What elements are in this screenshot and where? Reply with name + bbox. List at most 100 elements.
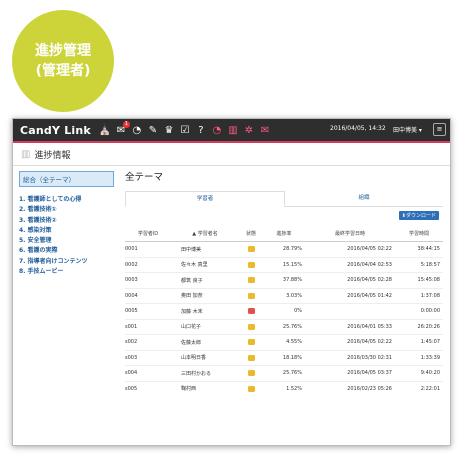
tab-organization[interactable]: 組織 — [285, 191, 443, 206]
cell-learner-name[interactable]: 鞠村西 — [171, 380, 239, 396]
cell-learner-id: 0004 — [125, 287, 171, 304]
cell-learner-name[interactable]: 奥田 加奈 — [171, 287, 239, 304]
table-row[interactable]: s005 鞠村西 1.52% 2016/02/23 05:26 2:22:01 — [125, 380, 443, 396]
cell-progress: 37.88% — [263, 272, 305, 288]
sidebar-item-overall[interactable]: 総合（全テーマ） — [19, 171, 114, 187]
dashboard-icon[interactable]: ◔ — [131, 125, 143, 136]
edit-icon[interactable]: ✎ — [147, 125, 159, 136]
cell-learner-name[interactable]: 都筑 良子 — [171, 272, 239, 288]
sidebar-item[interactable]: 3. 看護技術② — [19, 216, 114, 226]
help-icon[interactable]: ? — [195, 125, 207, 136]
cell-study-time: 5:18:57 — [395, 256, 443, 273]
cell-last-study: 2016/03/30 02:31 — [305, 349, 395, 366]
cell-learner-name[interactable]: 山本明日香 — [171, 349, 239, 366]
col-learner-id[interactable]: 学習者ID — [125, 225, 171, 242]
user-menu[interactable]: 田中博美 ▾ — [393, 125, 422, 134]
sidebar-item[interactable]: 8. 手技ムービー — [19, 267, 114, 277]
check-icon[interactable]: ☑ — [179, 125, 191, 136]
status-icon — [247, 246, 255, 252]
table-row[interactable]: 0001 田中博美 28.79% 2016/04/05 02:22 38:44:15 — [125, 241, 443, 257]
cell-learner-name[interactable]: 佐々木 真里 — [171, 256, 239, 273]
download-button[interactable]: ⬇ダウンロード — [398, 211, 439, 220]
sakura-icon[interactable]: ⛪ — [99, 125, 111, 136]
cell-status — [239, 303, 263, 319]
status-icon — [247, 370, 255, 376]
mail-icon[interactable]: ✉ — [259, 125, 271, 136]
cell-progress: 15.15% — [263, 256, 305, 273]
main-content: 全テーマ 学習者 組織 ⬇ダウンロード 学習者ID ▲ 学習者名 状態 進捗率 … — [125, 169, 443, 396]
col-progress[interactable]: 進捗率 — [263, 225, 305, 242]
sidebar-item[interactable]: 2. 看護技術① — [19, 205, 114, 215]
cell-learner-id: 0002 — [125, 256, 171, 273]
cell-study-time: 38:44:15 — [395, 241, 443, 257]
cell-learner-id: s001 — [125, 318, 171, 335]
cell-status — [239, 241, 263, 257]
cell-status — [239, 349, 263, 366]
sidebar-item[interactable]: 7. 指導者向けコンテンツ — [19, 257, 114, 267]
table-row[interactable]: s003 山本明日香 18.18% 2016/03/30 02:31 1:33:39 — [125, 349, 443, 366]
cell-status — [239, 380, 263, 396]
bar-chart-icon[interactable]: ▥ — [227, 125, 239, 136]
cell-status — [239, 334, 263, 350]
progress-table: 学習者ID ▲ 学習者名 状態 進捗率 最終学習日時 学習時間 0001 田中博美… — [125, 225, 443, 396]
table-row[interactable]: 0002 佐々木 真里 15.15% 2016/04/04 02:53 5:18:57 — [125, 256, 443, 273]
cell-last-study — [305, 303, 395, 319]
table-row[interactable]: 0004 奥田 加奈 3.03% 2016/04/05 01:42 1:37:08 — [125, 287, 443, 304]
cell-study-time: 26:20:26 — [395, 318, 443, 335]
app-screen: CandY Link ⛪ ✉ 1 ◔ ✎ ♛ ☑ ? ◔ ▥ ✲ ✉ 2016/0… — [12, 118, 451, 446]
table-row[interactable]: 0005 加藤 木末 0% 0:00:00 — [125, 303, 443, 319]
cell-learner-id: 0003 — [125, 272, 171, 288]
cell-progress: 4.55% — [263, 334, 305, 350]
col-status[interactable]: 状態 — [239, 225, 263, 242]
status-icon — [247, 323, 255, 330]
col-study-time[interactable]: 学習時間 — [395, 225, 443, 242]
section-title: 全テーマ — [125, 172, 164, 183]
cell-last-study: 2016/04/05 03:37 — [305, 365, 395, 381]
cell-learner-name[interactable]: 加藤 木末 — [171, 303, 239, 319]
sort-asc-icon: ▲ — [192, 230, 197, 237]
table-row[interactable]: s001 山口花子 25.76% 2016/04/01 05:33 26:20:26 — [125, 318, 443, 335]
cell-study-time: 2:22:01 — [395, 380, 443, 396]
dashboard-icon[interactable]: ◔ — [211, 125, 223, 136]
cell-status — [239, 287, 263, 304]
cell-status — [239, 365, 263, 381]
sidebar: 総合（全テーマ） 1. 看護師としての心得 2. 看護技術① 3. 看護技術② … — [19, 171, 114, 277]
cell-learner-id: s005 — [125, 380, 171, 396]
page-title: 進捗情報 — [34, 150, 71, 161]
cell-learner-name[interactable]: 佐藤太郎 — [171, 334, 239, 350]
sidebar-item[interactable]: 6. 看護の実際 — [19, 246, 114, 256]
cell-progress: 3.03% — [263, 287, 305, 304]
download-row: ⬇ダウンロード — [125, 207, 443, 221]
cell-learner-name[interactable]: 三田村かおる — [171, 365, 239, 381]
cell-study-time: 9:40:20 — [395, 365, 443, 381]
navbar: CandY Link ⛪ ✉ 1 ◔ ✎ ♛ ☑ ? ◔ ▥ ✲ ✉ 2016/0… — [13, 119, 450, 143]
sidebar-item[interactable]: 4. 感染対策 — [19, 226, 114, 236]
status-icon — [247, 385, 255, 392]
sidebar-item[interactable]: 1. 看護師としての心得 — [19, 195, 114, 205]
sidebar-item[interactable]: 5. 安全管理 — [19, 236, 114, 246]
cell-learner-name[interactable]: 山口花子 — [171, 318, 239, 335]
mail-icon[interactable]: ✉ 1 — [115, 120, 130, 136]
hamburger-menu-button[interactable]: ≡ — [433, 123, 446, 136]
crown-icon[interactable]: ♛ — [163, 125, 175, 136]
table-row[interactable]: s002 佐藤太郎 4.55% 2016/04/05 02:22 1:45:07 — [125, 334, 443, 350]
cell-progress: 1.52% — [263, 380, 305, 396]
cell-learner-id: s004 — [125, 365, 171, 381]
cell-study-time: 1:37:08 — [395, 287, 443, 304]
table-row[interactable]: 0003 都筑 良子 37.88% 2016/04/05 02:28 15:45:08 — [125, 272, 443, 288]
cell-last-study: 2016/04/01 05:33 — [305, 318, 395, 335]
cell-learner-name[interactable]: 田中博美 — [171, 241, 239, 257]
col-learner-name[interactable]: ▲ 学習者名 — [171, 225, 239, 242]
users-icon[interactable]: ✲ — [243, 125, 255, 136]
cell-last-study: 2016/04/05 02:22 — [305, 241, 395, 257]
brand-logo[interactable]: CandY Link — [20, 124, 91, 137]
cell-progress: 25.76% — [263, 318, 305, 335]
notification-count: 1 — [122, 120, 130, 128]
table-row[interactable]: s004 三田村かおる 25.76% 2016/04/05 03:37 9:40:20 — [125, 365, 443, 381]
cell-study-time: 1:33:39 — [395, 349, 443, 366]
col-last-study[interactable]: 最終学習日時 — [305, 225, 395, 242]
status-icon — [247, 339, 255, 345]
cell-learner-id: 0005 — [125, 303, 171, 319]
status-icon — [247, 277, 255, 283]
tab-learners[interactable]: 学習者 — [125, 191, 285, 207]
